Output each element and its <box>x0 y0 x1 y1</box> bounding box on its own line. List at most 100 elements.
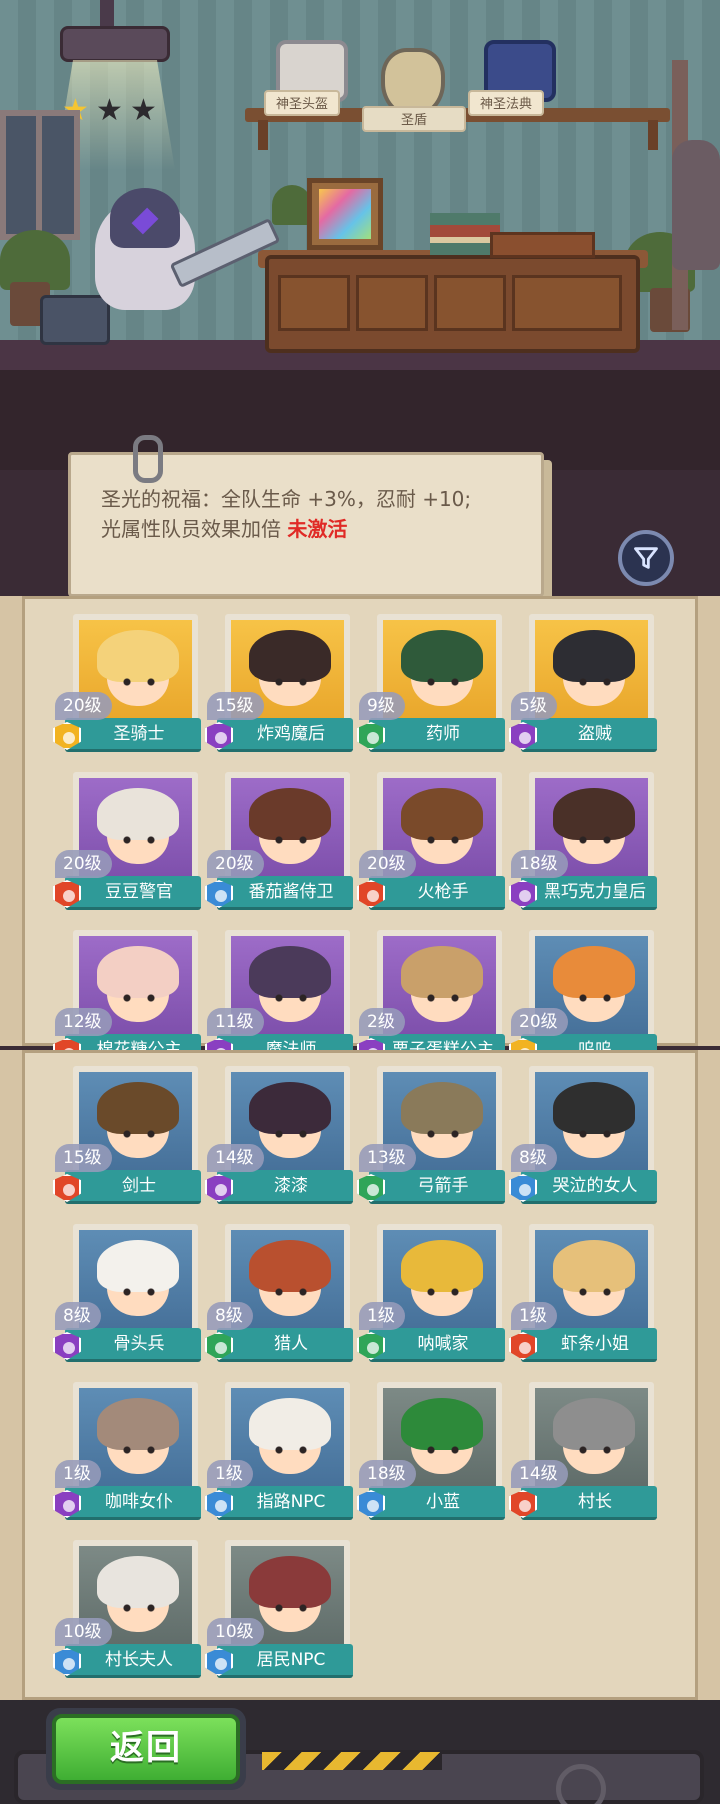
character-card[interactable]: 猎人 8级 <box>205 1224 353 1367</box>
eyes <box>123 1604 155 1612</box>
bonus-note: 圣光的祝福：全队生命 +3%，忍耐 +10; 光属性队员效果加倍 未激活 <box>68 435 544 597</box>
character-level: 14级 <box>511 1460 568 1488</box>
eyes <box>275 1604 307 1612</box>
character-level: 1级 <box>55 1460 101 1488</box>
eyes <box>123 994 155 1002</box>
hair <box>553 1082 635 1134</box>
knight-avatar[interactable] <box>40 188 281 345</box>
eyes <box>275 1130 307 1138</box>
character-card[interactable]: 弓箭手 13级 <box>357 1066 505 1209</box>
character-card[interactable]: 盗贼 5级 <box>509 614 657 757</box>
character-card[interactable]: 火枪手 20级 <box>357 772 505 915</box>
eyes <box>427 1130 459 1138</box>
character-level: 20级 <box>207 850 264 878</box>
character-level: 13级 <box>359 1144 416 1172</box>
character-card[interactable]: 村长 14级 <box>509 1382 657 1525</box>
character-name: 黑巧克力皇后 <box>521 876 657 910</box>
desk-drawer <box>356 275 428 331</box>
character-level: 18级 <box>511 850 568 878</box>
desk-drawer <box>278 275 350 331</box>
character-card[interactable]: 剑士 15级 <box>53 1066 201 1209</box>
small-plant-icon <box>272 185 312 225</box>
relic-label-codex[interactable]: 神圣法典 <box>468 90 545 116</box>
hair <box>553 788 635 840</box>
hair <box>97 788 179 840</box>
desk-drawer <box>434 275 506 331</box>
hair <box>249 1556 331 1608</box>
character-card[interactable]: 小蓝 18级 <box>357 1382 505 1525</box>
back-button[interactable]: 返回 <box>46 1708 246 1790</box>
character-card[interactable]: 村长夫人 10级 <box>53 1540 201 1683</box>
hazard-stripes <box>262 1752 442 1770</box>
character-name: 火枪手 <box>369 876 505 910</box>
hair <box>401 1398 483 1450</box>
eyes <box>427 836 459 844</box>
character-name: 咖啡女仆 <box>65 1486 201 1520</box>
ceiling-lamp-icon <box>60 26 170 62</box>
character-name: 骨头兵 <box>65 1328 201 1362</box>
character-level: 9级 <box>359 692 405 720</box>
character-name: 番茄酱侍卫 <box>217 876 353 910</box>
eyes <box>427 1288 459 1296</box>
relic-label-shield[interactable]: 圣盾 <box>362 106 466 132</box>
character-card[interactable]: 居民NPC 10级 <box>205 1540 353 1683</box>
eyes <box>123 1446 155 1454</box>
character-level: 10级 <box>207 1618 264 1646</box>
hair <box>97 1398 179 1450</box>
character-name: 呐喊家 <box>369 1328 505 1362</box>
relic-label-helmet[interactable]: 神圣头盔 <box>264 90 341 116</box>
character-level: 1级 <box>207 1460 253 1488</box>
character-name: 村长 <box>521 1486 657 1520</box>
character-name: 指路NPC <box>217 1486 353 1520</box>
character-level: 1级 <box>359 1302 405 1330</box>
character-card[interactable]: 黑巧克力皇后 18级 <box>509 772 657 915</box>
eyes <box>275 836 307 844</box>
eyes <box>579 1446 611 1454</box>
character-card[interactable]: 药师 9级 <box>357 614 505 757</box>
character-card[interactable]: 番茄酱侍卫 20级 <box>205 772 353 915</box>
character-name: 弓箭手 <box>369 1170 505 1204</box>
character-name: 漆漆 <box>217 1170 353 1204</box>
hair <box>97 630 179 682</box>
character-name: 小蓝 <box>369 1486 505 1520</box>
hair <box>97 1240 179 1292</box>
character-card[interactable]: 哭泣的女人 8级 <box>509 1066 657 1209</box>
character-level: 18级 <box>359 1460 416 1488</box>
hair <box>249 1082 331 1134</box>
back-button-label: 返回 <box>52 1714 240 1784</box>
shelf-leg <box>258 120 268 150</box>
eyes <box>579 994 611 1002</box>
character-card[interactable]: 指路NPC 1级 <box>205 1382 353 1525</box>
character-card[interactable]: 虾条小姐 1级 <box>509 1224 657 1367</box>
character-card[interactable]: 漆漆 14级 <box>205 1066 353 1209</box>
picture-frame <box>307 178 383 250</box>
character-name: 药师 <box>369 718 505 752</box>
eyes <box>427 994 459 1002</box>
character-card[interactable]: 豆豆警官 20级 <box>53 772 201 915</box>
bonus-line-2: 光属性队员效果加倍 未激活 <box>101 515 347 543</box>
eyes <box>123 836 155 844</box>
character-card[interactable]: 圣骑士 20级 <box>53 614 201 757</box>
hero-seat <box>40 295 110 345</box>
coat <box>672 140 720 270</box>
eyes <box>275 994 307 1002</box>
filter-button[interactable] <box>618 530 674 586</box>
character-card[interactable]: 炸鸡魔后 15级 <box>205 614 353 757</box>
character-card[interactable]: 咖啡女仆 1级 <box>53 1382 201 1525</box>
eyes <box>427 1446 459 1454</box>
eyes <box>579 678 611 686</box>
bottom-bar: 返回 <box>0 1700 720 1804</box>
hair <box>553 946 635 998</box>
character-card[interactable]: 呐喊家 1级 <box>357 1224 505 1367</box>
character-card[interactable]: 骨头兵 8级 <box>53 1224 201 1367</box>
character-level: 8级 <box>55 1302 101 1330</box>
character-level: 20级 <box>511 1008 568 1036</box>
character-level: 20级 <box>55 850 112 878</box>
hair <box>97 1556 179 1608</box>
character-name: 虾条小姐 <box>521 1328 657 1362</box>
character-level: 20级 <box>55 692 112 720</box>
room-scene: ★ ★ ★ 神圣头盔 圣盾 神圣法典 <box>0 0 720 470</box>
hair <box>553 630 635 682</box>
star-empty-icon: ★ <box>96 93 123 128</box>
character-name: 豆豆警官 <box>65 876 201 910</box>
